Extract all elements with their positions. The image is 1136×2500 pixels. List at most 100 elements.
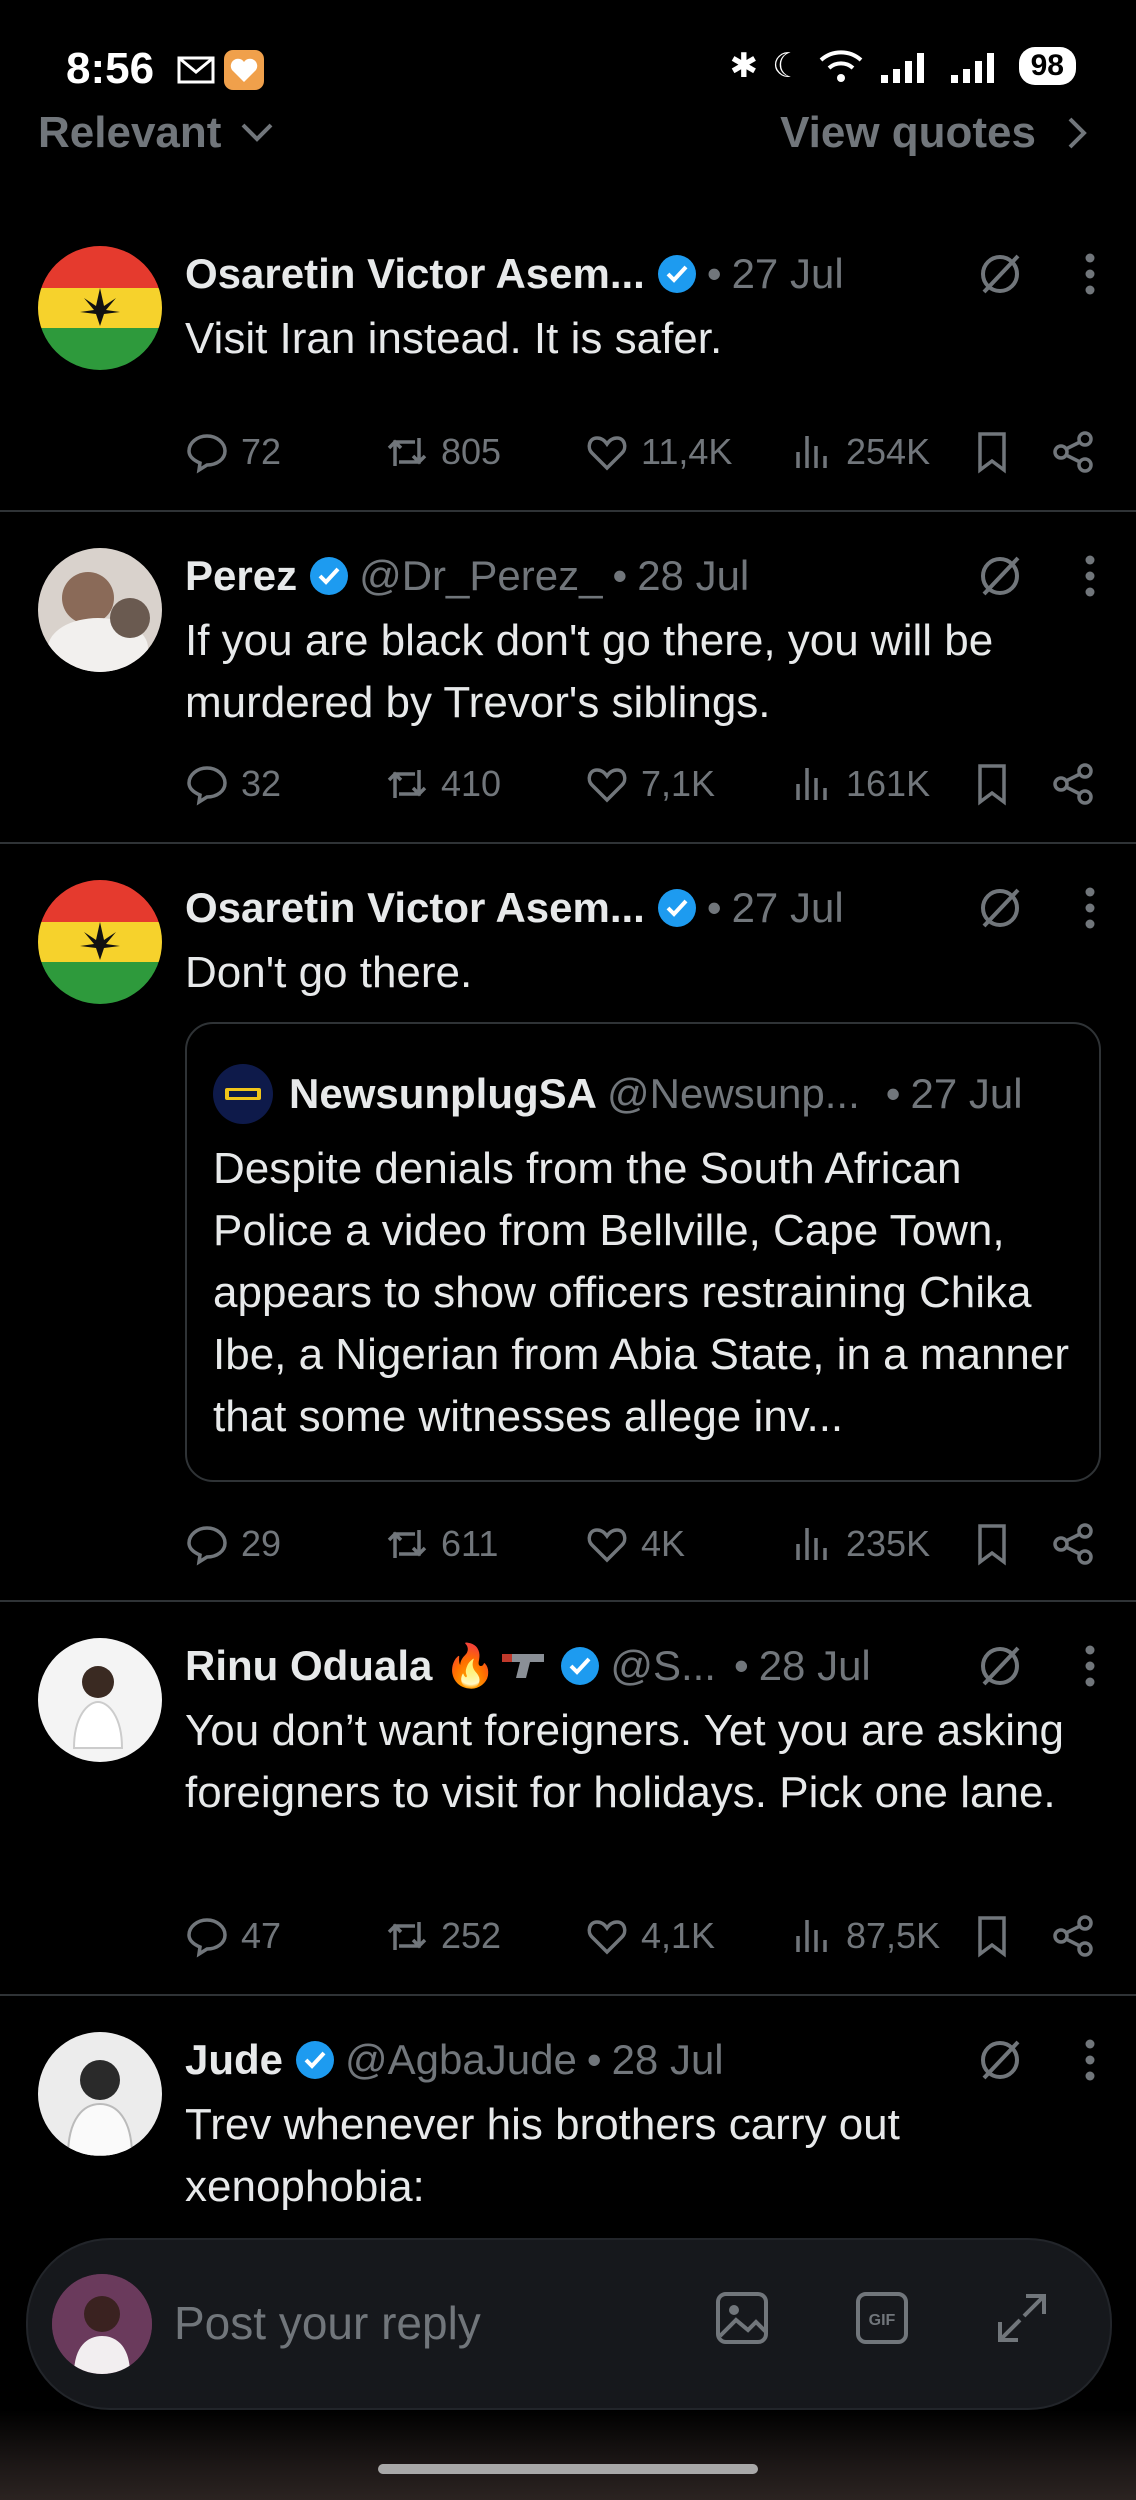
- header-actions: [976, 1638, 1096, 1694]
- reply-tweet[interactable]: Osaretin Victor Asem... • 27 Jul Visit I…: [0, 210, 1136, 512]
- bottom-fade: [0, 2410, 1136, 2500]
- separator: •: [706, 250, 722, 297]
- reply-input[interactable]: Post your reply: [174, 2296, 481, 2350]
- grok-icon[interactable]: [976, 1642, 1024, 1690]
- like-button[interactable]: 4,1K: [585, 1914, 715, 1958]
- repost-button[interactable]: 252: [385, 1914, 501, 1958]
- svg-text:GIF: GIF: [869, 2312, 896, 2329]
- chevron-right-icon: [1068, 117, 1087, 149]
- reply-count: 72: [241, 431, 282, 472]
- grok-icon[interactable]: [976, 250, 1024, 298]
- more-options-icon[interactable]: [1084, 252, 1096, 296]
- views-icon: [796, 1528, 827, 1560]
- view-count: 235K: [846, 1523, 931, 1564]
- bookmark-button[interactable]: [970, 1522, 1014, 1566]
- tweet-header: Perez @Dr_Perez_ • 28 Jul: [185, 548, 1096, 604]
- more-options-icon[interactable]: [1084, 2038, 1096, 2082]
- like-count: 4,1K: [641, 1915, 716, 1956]
- tweet-date[interactable]: 27 Jul: [732, 250, 844, 298]
- bluetooth-icon: ✱: [729, 47, 759, 85]
- grok-icon[interactable]: [976, 552, 1024, 600]
- reply-tweet[interactable]: Perez @Dr_Perez_ • 28 Jul If you are bla…: [0, 512, 1136, 844]
- heart-icon: [587, 1920, 627, 1955]
- share-button[interactable]: [1051, 430, 1095, 474]
- avatar[interactable]: [38, 1638, 162, 1762]
- author-name[interactable]: Perez: [185, 552, 297, 600]
- reply-button[interactable]: 72: [185, 430, 281, 474]
- sort-dropdown[interactable]: Relevant: [38, 108, 275, 158]
- tweet-actions: 29 611 4K 235K: [185, 1516, 1096, 1572]
- repost-count: 252: [441, 1915, 502, 1956]
- more-options-icon[interactable]: [1084, 1644, 1096, 1688]
- repost-icon: [387, 770, 427, 798]
- share-button[interactable]: [1051, 762, 1095, 806]
- heart-icon: [587, 1528, 627, 1563]
- author-name[interactable]: Osaretin Victor Asem...: [185, 884, 645, 932]
- user-avatar: [52, 2274, 152, 2374]
- share-button[interactable]: [1051, 1522, 1095, 1566]
- like-button[interactable]: 4K: [585, 1522, 685, 1566]
- views-button[interactable]: 254K: [790, 430, 930, 474]
- reply-icon: [187, 1918, 227, 1958]
- wifi-icon: [819, 50, 862, 82]
- verified-badge-icon: [296, 2041, 335, 2079]
- bookmark-button[interactable]: [970, 762, 1014, 806]
- reply-button[interactable]: 32: [185, 762, 281, 806]
- image-icon[interactable]: [714, 2290, 770, 2346]
- bookmark-button[interactable]: [970, 430, 1014, 474]
- avatar[interactable]: [38, 548, 162, 672]
- tweet-date[interactable]: 28 Jul: [759, 1642, 871, 1690]
- author-handle[interactable]: @AgbaJude: [345, 2036, 577, 2084]
- repost-button[interactable]: 410: [385, 762, 501, 806]
- author-handle[interactable]: @Dr_Perez_: [359, 552, 602, 600]
- reply-button[interactable]: 47: [185, 1914, 281, 1958]
- author-name[interactable]: Rinu Oduala 🔥: [185, 1642, 496, 1691]
- avatar[interactable]: [38, 246, 162, 370]
- tweet-date[interactable]: 28 Jul: [612, 2036, 724, 2084]
- tweet-date[interactable]: 27 Jul: [732, 884, 844, 932]
- reply-composer[interactable]: Post your reply GIF: [26, 2238, 1112, 2410]
- composer-actions: GIF: [714, 2290, 1050, 2346]
- avatar[interactable]: [38, 2032, 162, 2156]
- reply-icon: [187, 766, 227, 806]
- reply-count: 47: [241, 1915, 282, 1956]
- repost-icon: [387, 1530, 427, 1558]
- reply-button[interactable]: 29: [185, 1522, 281, 1566]
- grok-icon[interactable]: [976, 2036, 1024, 2084]
- separator: •: [612, 552, 628, 599]
- author-name[interactable]: Osaretin Victor Asem...: [185, 250, 645, 298]
- grok-icon[interactable]: [976, 884, 1024, 932]
- share-button[interactable]: [1051, 1914, 1095, 1958]
- like-button[interactable]: 7,1K: [585, 762, 715, 806]
- more-options-icon[interactable]: [1084, 554, 1096, 598]
- more-options-icon[interactable]: [1084, 886, 1096, 930]
- home-indicator[interactable]: [378, 2464, 758, 2474]
- tweet-actions: 72 805 11,4K 254K: [185, 424, 1096, 480]
- tweet-header: Osaretin Victor Asem... • 27 Jul: [185, 880, 1096, 936]
- views-button[interactable]: 87,5K: [790, 1914, 940, 1958]
- status-time: 8:56: [66, 44, 155, 93]
- tweet-date[interactable]: 28 Jul: [637, 552, 749, 600]
- avatar[interactable]: [38, 880, 162, 1004]
- verified-badge-icon: [561, 1647, 600, 1685]
- share-icon: [1053, 1915, 1093, 1957]
- reply-tweet[interactable]: Osaretin Victor Asem... • 27 Jul Don't g…: [0, 844, 1136, 1602]
- reply-count: 32: [241, 763, 282, 804]
- reply-tweet[interactable]: Rinu Oduala 🔥 @S... • 28 Jul You don’t w…: [0, 1602, 1136, 1996]
- views-button[interactable]: 235K: [790, 1522, 930, 1566]
- bookmark-icon: [978, 1916, 1006, 1958]
- bookmark-button[interactable]: [970, 1914, 1014, 1958]
- like-button[interactable]: 11,4K: [585, 430, 732, 474]
- gif-icon[interactable]: GIF: [854, 2290, 910, 2346]
- separator: •: [885, 1070, 901, 1117]
- reply-count: 29: [241, 1523, 282, 1564]
- bookmark-icon: [978, 1524, 1006, 1566]
- repost-button[interactable]: 805: [385, 430, 501, 474]
- repost-button[interactable]: 611: [385, 1522, 498, 1566]
- views-button[interactable]: 161K: [790, 762, 930, 806]
- author-name[interactable]: Jude: [185, 2036, 283, 2084]
- view-quotes-link[interactable]: View quotes: [780, 108, 1088, 158]
- quoted-tweet[interactable]: NewsunplugSA @Newsunp... • 27 Jul Despit…: [185, 1022, 1101, 1482]
- author-handle[interactable]: @S...: [610, 1642, 716, 1690]
- expand-icon[interactable]: [994, 2290, 1050, 2346]
